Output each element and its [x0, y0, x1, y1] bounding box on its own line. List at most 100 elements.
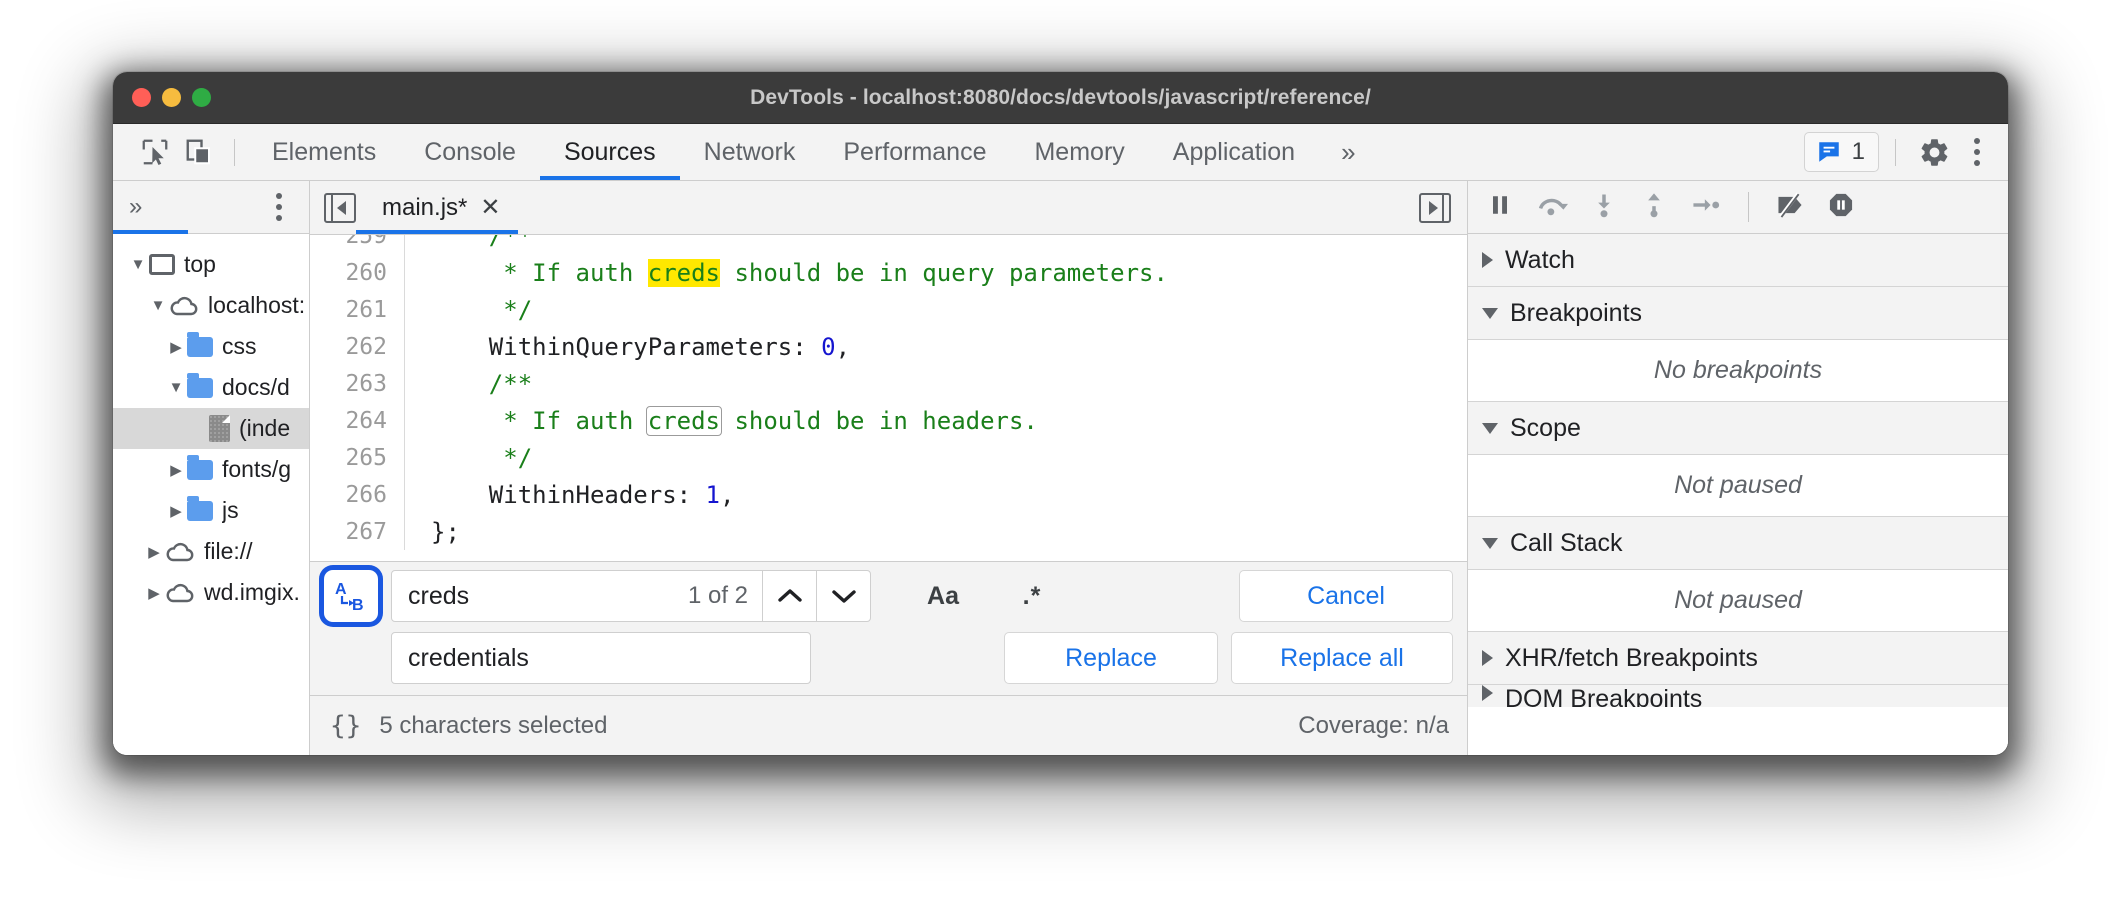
debugger-section-dom-breakpoints[interactable]: DOM Breakpoints	[1468, 685, 2008, 707]
step-out-icon[interactable]	[1640, 191, 1668, 224]
tree-item-docs[interactable]: ▼ docs/d	[113, 367, 309, 408]
twisty-down-icon[interactable]: ▼	[165, 379, 187, 396]
code-lines: 259 /** 260 * If auth creds should be in…	[310, 235, 1467, 550]
chevron-down-icon	[1482, 308, 1498, 319]
tree-item-js[interactable]: ▶ js	[113, 490, 309, 531]
twisty-right-icon[interactable]: ▶	[143, 543, 165, 561]
tree-item-css[interactable]: ▶ css	[113, 326, 309, 367]
code-token-number: 1	[706, 481, 720, 509]
cancel-button[interactable]: Cancel	[1239, 570, 1453, 622]
debugger-section-breakpoints[interactable]: Breakpoints	[1468, 287, 2008, 340]
editor-tab-main-js[interactable]: main.js* ✕	[356, 181, 518, 234]
kebab-menu-icon[interactable]	[1960, 132, 1994, 172]
inspect-cursor-icon[interactable]	[133, 130, 177, 174]
twisty-down-icon[interactable]: ▼	[127, 256, 149, 273]
tree-item-top[interactable]: ▼ top	[113, 244, 309, 285]
pretty-print-braces-icon[interactable]: {}	[330, 711, 361, 741]
frame-icon	[149, 254, 175, 275]
line-content: * If auth creds should be in headers.	[404, 402, 1467, 439]
tab-elements[interactable]: Elements	[248, 124, 400, 180]
tree-item-wd-imgix[interactable]: ▶ wd.imgix.	[113, 572, 309, 613]
tree-item-label: top	[184, 251, 216, 278]
tab-application[interactable]: Application	[1149, 124, 1319, 180]
document-icon	[209, 415, 230, 442]
a-to-b-replace-icon[interactable]: A B	[324, 570, 378, 622]
debugger-section-watch[interactable]: Watch	[1468, 234, 2008, 287]
navigator-menu-icon[interactable]	[262, 187, 296, 227]
window-titlebar: DevTools - localhost:8080/docs/devtools/…	[113, 72, 2008, 124]
code-token-comment: * If auth	[431, 259, 648, 287]
line-content: */	[404, 439, 1467, 476]
twisty-right-icon[interactable]: ▶	[165, 461, 187, 479]
code-editor[interactable]: 259 /** 260 * If auth creds should be in…	[310, 235, 1467, 561]
debugger-controls	[1468, 181, 2008, 234]
match-count-label: 1 of 2	[674, 582, 762, 610]
folder-icon	[187, 337, 213, 357]
cloud-icon	[169, 295, 199, 316]
step-icon[interactable]	[1690, 191, 1722, 224]
tab-sources[interactable]: Sources	[540, 124, 680, 180]
chevron-down-icon	[1482, 538, 1498, 549]
close-icon[interactable]: ✕	[480, 196, 500, 220]
code-line: 259 /**	[310, 235, 1467, 254]
debugger-section-call-stack[interactable]: Call Stack	[1468, 517, 2008, 570]
find-replace-bar: A B creds 1 of 2	[310, 561, 1467, 695]
step-into-icon[interactable]	[1590, 191, 1618, 224]
twisty-down-icon[interactable]: ▼	[147, 297, 169, 314]
code-line: 267 };	[310, 513, 1467, 550]
code-line: 263 /**	[310, 365, 1467, 402]
debugger-section-scope[interactable]: Scope	[1468, 402, 2008, 455]
tab-memory[interactable]: Memory	[1010, 124, 1148, 180]
toolbar-divider-2	[1895, 139, 1896, 166]
search-hit-inactive: creds	[646, 406, 722, 436]
code-token-comment: */	[431, 444, 532, 472]
replace-all-button[interactable]: Replace all	[1231, 632, 1453, 684]
pause-on-exceptions-icon[interactable]	[1827, 191, 1855, 224]
debugger-section-xhr-breakpoints[interactable]: XHR/fetch Breakpoints	[1468, 632, 2008, 685]
maximize-window-button[interactable]	[192, 88, 211, 107]
folder-icon	[187, 378, 213, 398]
code-token-plain: ,	[836, 333, 850, 361]
twisty-right-icon[interactable]: ▶	[165, 338, 187, 356]
replace-button[interactable]: Replace	[1004, 632, 1218, 684]
chevron-right-icon	[1482, 252, 1493, 268]
tree-item-file-protocol[interactable]: ▶ file://	[113, 531, 309, 572]
tree-item-fonts[interactable]: ▶ fonts/g	[113, 449, 309, 490]
line-content: WithinHeaders: 1,	[404, 476, 1467, 513]
device-toolbar-icon[interactable]	[177, 130, 221, 174]
find-previous-button[interactable]	[762, 571, 816, 621]
issues-message-icon	[1816, 139, 1842, 165]
deactivate-breakpoints-icon[interactable]	[1775, 191, 1805, 224]
find-input-wrapper[interactable]: creds 1 of 2	[391, 570, 871, 622]
find-next-button[interactable]	[816, 571, 870, 621]
code-token-plain: };	[431, 518, 460, 546]
replace-input[interactable]: credentials	[391, 632, 811, 684]
gear-icon[interactable]	[1912, 130, 1956, 174]
line-number: 264	[310, 408, 404, 434]
twisty-right-icon[interactable]: ▶	[165, 502, 187, 520]
tree-item-index[interactable]: ▶ (inde	[113, 408, 309, 449]
use-regex-button[interactable]: .*	[997, 570, 1067, 622]
line-content: */	[404, 291, 1467, 328]
tree-item-label: wd.imgix.	[204, 579, 300, 606]
match-case-button[interactable]: Aa	[908, 570, 978, 622]
navigator-more-tabs-icon[interactable]: »	[129, 193, 139, 221]
collapse-sidebar-icon[interactable]	[324, 193, 356, 223]
tree-item-localhost[interactable]: ▼ localhost:	[113, 285, 309, 326]
more-panels-icon[interactable]: »	[1319, 137, 1374, 168]
tab-network[interactable]: Network	[680, 124, 820, 180]
pause-script-icon[interactable]	[1486, 191, 1514, 224]
selection-status-text: 5 characters selected	[379, 712, 607, 740]
code-token-number: 0	[821, 333, 835, 361]
tab-performance[interactable]: Performance	[819, 124, 1010, 180]
issues-button[interactable]: 1	[1804, 132, 1879, 172]
twisty-right-icon[interactable]: ▶	[143, 584, 165, 602]
step-over-icon[interactable]	[1536, 191, 1568, 224]
expand-sidebar-icon[interactable]	[1419, 193, 1451, 223]
tab-console[interactable]: Console	[400, 124, 540, 180]
close-window-button[interactable]	[132, 88, 151, 107]
tree-item-label: localhost:	[208, 292, 305, 319]
tab-console-label: Console	[424, 138, 516, 167]
find-input[interactable]: creds	[392, 582, 674, 611]
minimize-window-button[interactable]	[162, 88, 181, 107]
